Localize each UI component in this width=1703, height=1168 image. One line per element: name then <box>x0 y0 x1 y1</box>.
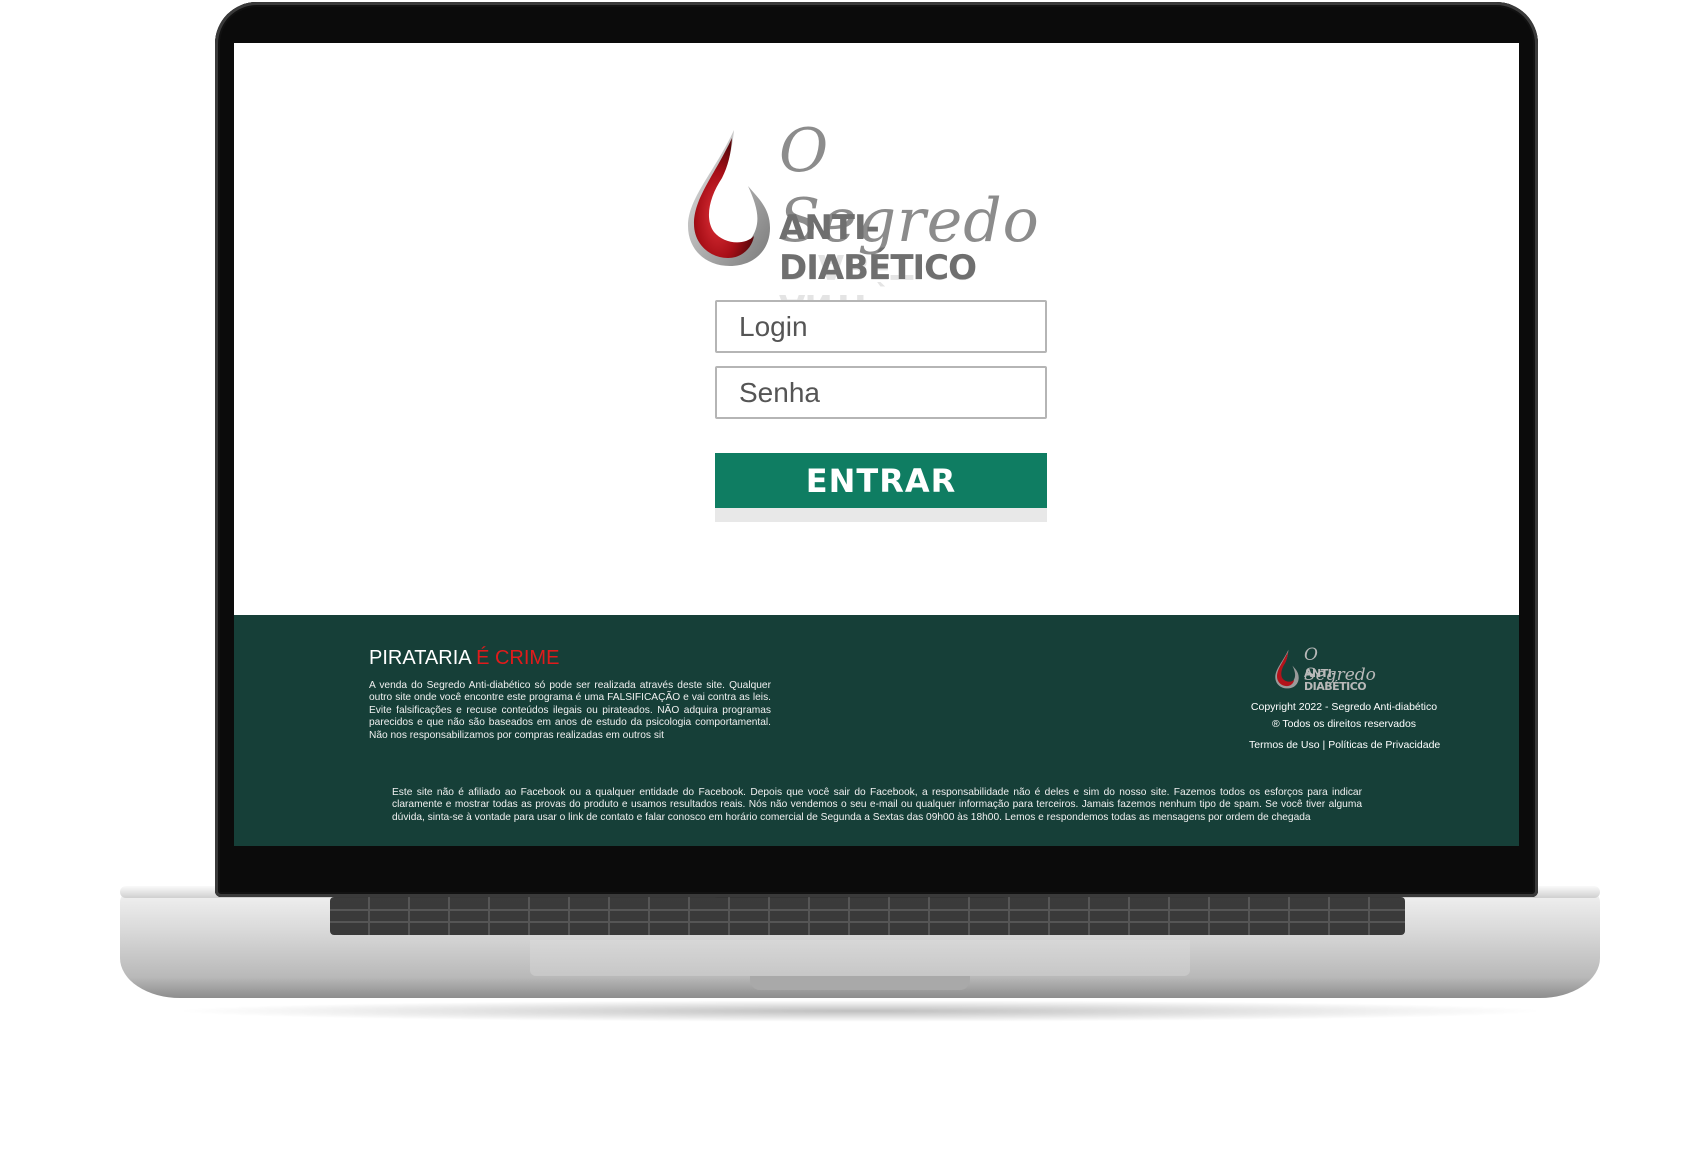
laptop-shadow <box>170 1000 1550 1022</box>
footer-link-separator: | <box>1322 739 1326 751</box>
brand-logo: O Segredo ANTI-DIABÉTICO ANTI-DIABÉTICO <box>684 88 1064 326</box>
rights-text: ® Todos os direitos reservados <box>1271 718 1417 730</box>
piracy-title-text: PIRATARIA <box>369 647 471 669</box>
facebook-disclaimer: Este site não é afiliado ao Facebook ou … <box>392 787 1362 823</box>
laptop-keyboard <box>330 897 1405 935</box>
copyright-text: Copyright 2022 - Segredo Anti-diabético <box>1250 701 1438 713</box>
piracy-title: PIRATARIA É CRIME <box>369 647 559 670</box>
footer-logo-subtitle: ANTI-DIABÉTICO <box>1304 667 1367 693</box>
password-field <box>715 366 1047 419</box>
laptop-screen: O Segredo ANTI-DIABÉTICO ANTI-DIABÉTICO … <box>234 43 1519 846</box>
blood-drop-icon <box>688 130 770 266</box>
terms-link[interactable]: Termos de Uso <box>1249 739 1320 751</box>
laptop-notch <box>750 976 970 990</box>
login-field <box>715 300 1047 353</box>
piracy-title-highlight: É CRIME <box>476 647 560 669</box>
password-input[interactable] <box>717 368 1045 417</box>
login-input[interactable] <box>717 302 1045 351</box>
privacy-link[interactable]: Políticas de Privacidade <box>1328 739 1440 751</box>
laptop-trackpad <box>530 940 1190 976</box>
footer-logo: O Segredo ANTI-DIABÉTICO <box>1274 645 1394 693</box>
footer-links: Termos de Uso | Políticas de Privacidade <box>1249 739 1440 751</box>
enter-button[interactable]: ENTRAR <box>715 453 1047 508</box>
footer-blood-drop-icon <box>1275 649 1299 689</box>
piracy-notice: A venda do Segredo Anti-diabético só pod… <box>369 680 771 741</box>
site-footer: PIRATARIA É CRIME A venda do Segredo Ant… <box>234 615 1519 846</box>
